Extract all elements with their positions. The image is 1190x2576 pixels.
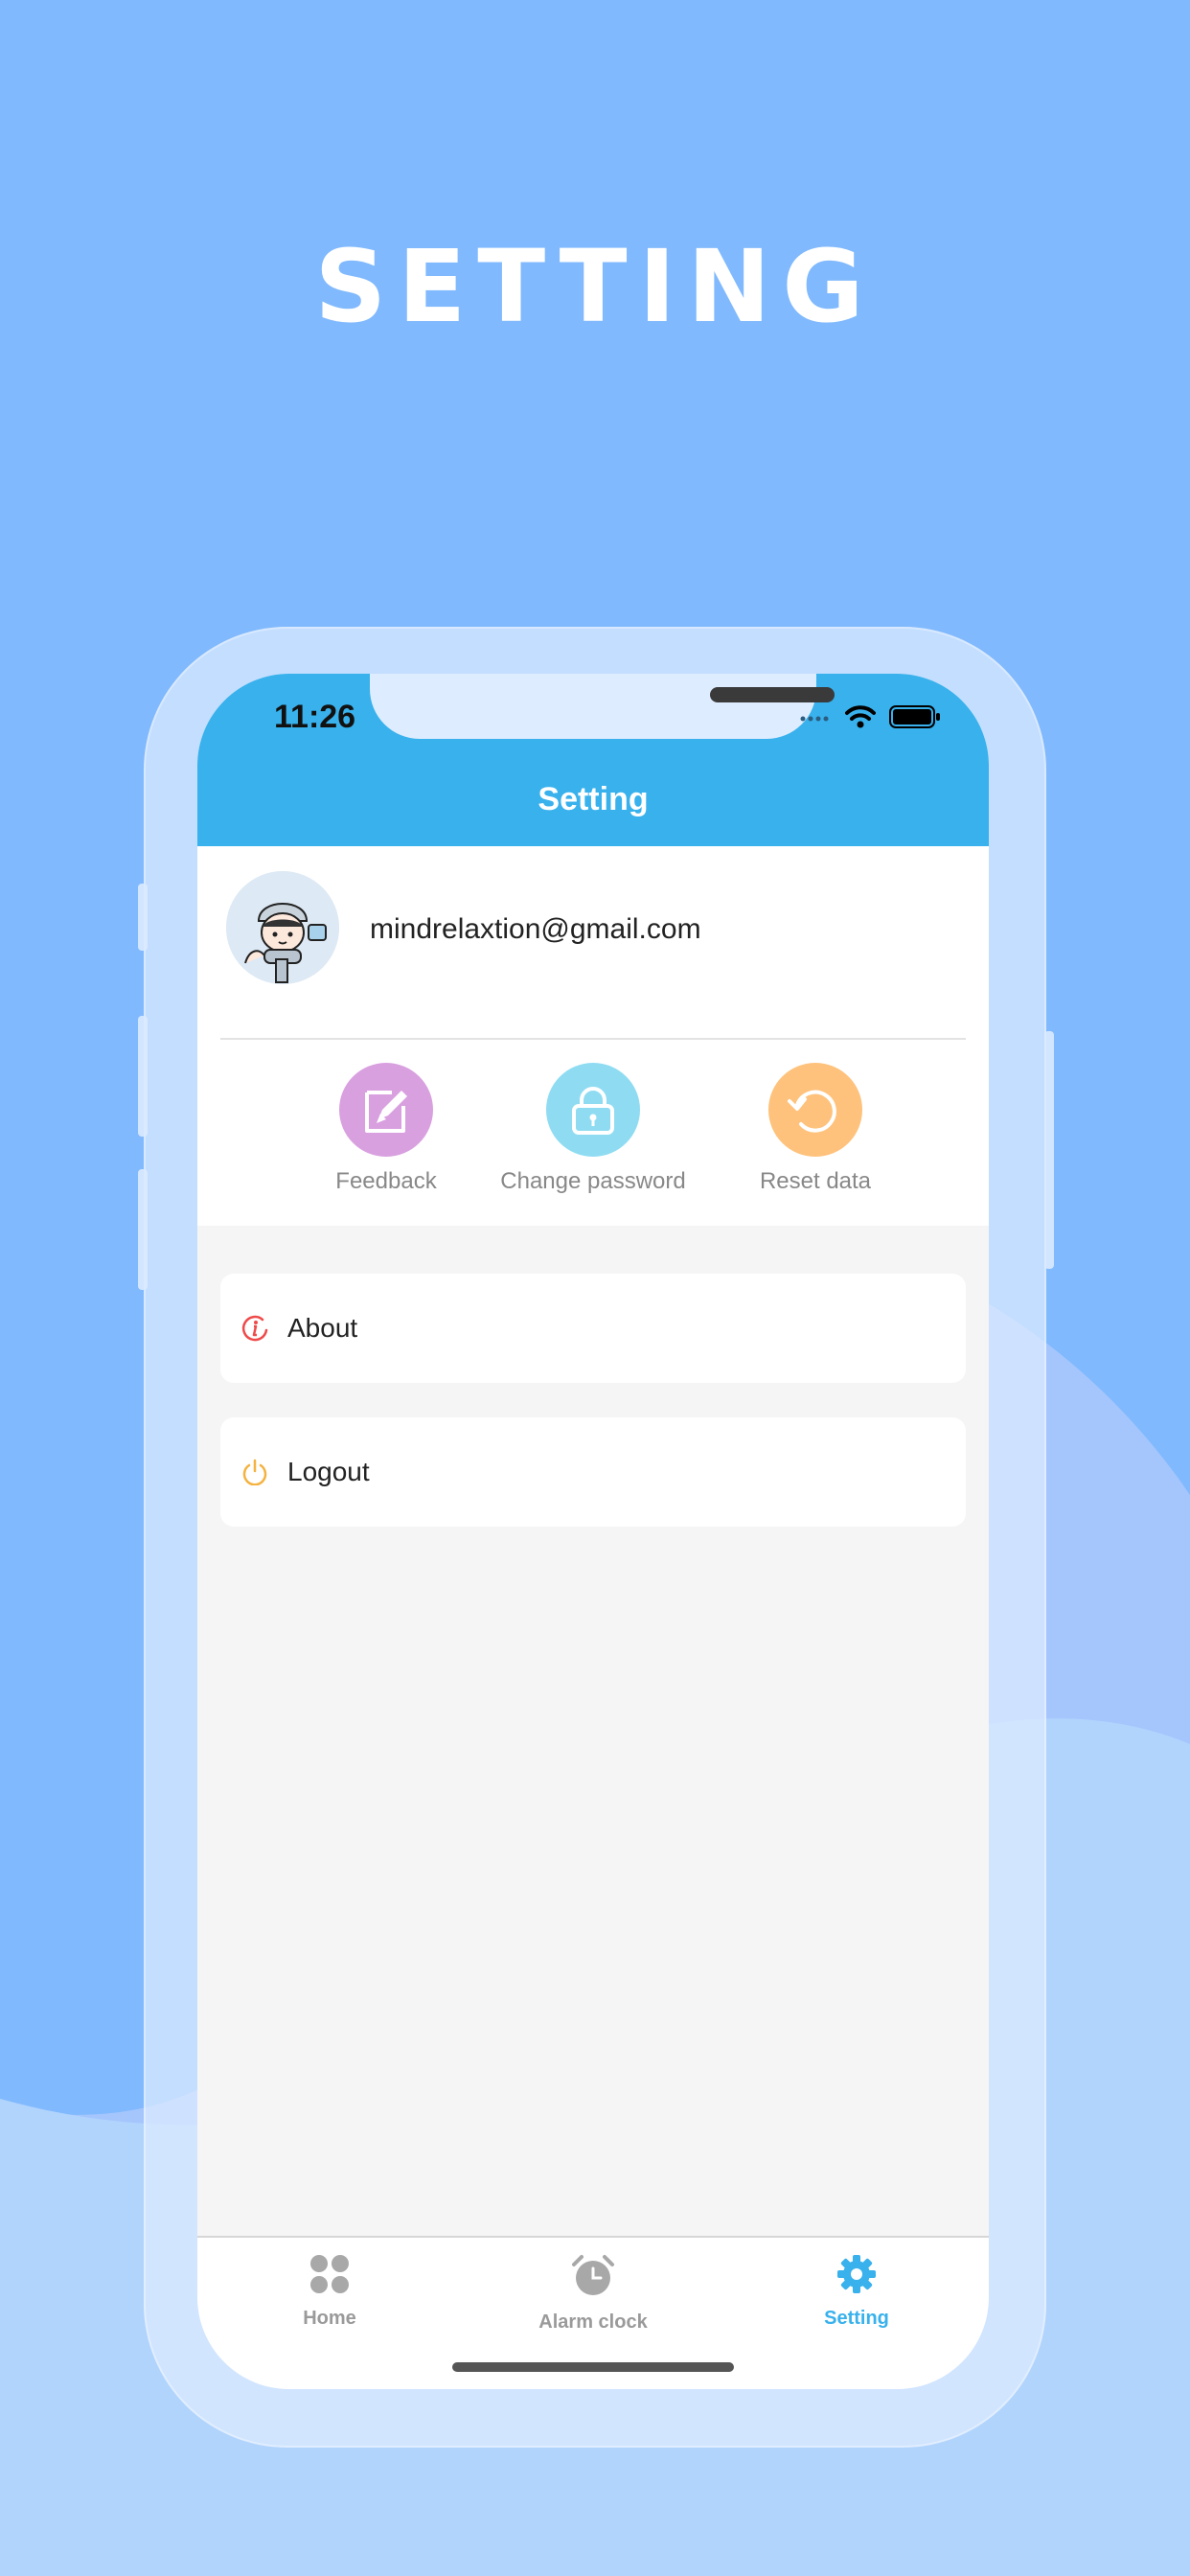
reset-data-icon-circle (768, 1063, 862, 1157)
notch (370, 674, 835, 739)
tab-alarm-clock[interactable]: Alarm clock (497, 2253, 689, 2334)
phone-screen: 11:26 Setting mindrelaxtion@gmail.com Fe… (197, 674, 989, 2389)
phone-side-button (138, 884, 148, 951)
edit-icon (365, 1091, 407, 1133)
power-icon (241, 1459, 268, 1486)
tab-setting-label: Setting (824, 2308, 889, 2329)
status-bar: 11:26 Setting (197, 674, 989, 846)
tab-setting[interactable]: Setting (761, 2253, 952, 2330)
tab-home-label: Home (303, 2308, 356, 2329)
speaker (710, 687, 835, 702)
gear-icon (837, 2255, 876, 2293)
feedback-label: Feedback (335, 1168, 437, 1194)
phone-side-button (138, 1169, 148, 1290)
feedback-icon-circle (339, 1063, 433, 1157)
status-icons (799, 704, 941, 734)
refresh-icon (788, 1090, 836, 1133)
reset-data-button[interactable]: Reset data (705, 1063, 926, 1195)
grid-icon (310, 2255, 349, 2293)
avatar-illustration-icon (226, 871, 339, 984)
battery-icon (889, 704, 941, 734)
phone-side-button (138, 1016, 148, 1137)
tab-bar: Home Alarm clock Setting (197, 2236, 989, 2389)
phone-side-button (1044, 1031, 1054, 1269)
tab-home[interactable]: Home (234, 2253, 425, 2330)
profile-card: mindrelaxtion@gmail.com Feedback Change … (197, 846, 989, 1226)
user-email: mindrelaxtion@gmail.com (370, 913, 701, 945)
change-password-button[interactable]: Change password (483, 1063, 703, 1195)
status-time: 11:26 (274, 699, 356, 735)
promo-headline: SETTING (314, 228, 876, 345)
tab-alarm-clock-label: Alarm clock (538, 2312, 648, 2333)
change-password-icon-circle (546, 1063, 640, 1157)
logout-label: Logout (287, 1457, 370, 1486)
lock-icon (572, 1087, 614, 1135)
home-indicator (452, 2362, 734, 2372)
reset-data-label: Reset data (759, 1168, 872, 1194)
signal-icon (799, 711, 832, 728)
about-label: About (287, 1313, 358, 1343)
change-password-label: Change password (500, 1168, 686, 1194)
alarm-clock-icon (572, 2255, 614, 2295)
menu-item-logout[interactable]: Logout (220, 1417, 966, 1527)
avatar[interactable] (226, 871, 339, 984)
nav-title: Setting (538, 781, 649, 817)
divider (220, 1038, 966, 1040)
menu-item-about[interactable]: About (220, 1274, 966, 1383)
feedback-button[interactable]: Feedback (276, 1063, 496, 1195)
info-icon (241, 1315, 268, 1342)
wifi-icon (845, 704, 876, 734)
